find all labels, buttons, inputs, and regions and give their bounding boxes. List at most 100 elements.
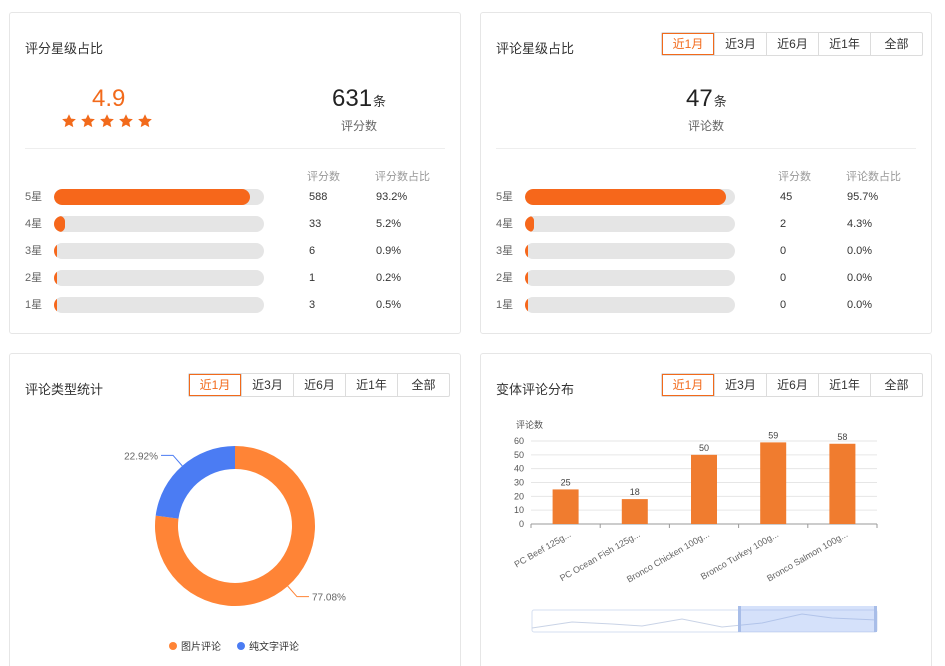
progress-track bbox=[54, 216, 264, 232]
rating-distribution-card: 评分星级占比 4.9 631条 评分数 评分数 评分数占比 5星 588 93.2%… bbox=[9, 12, 461, 334]
donut-label-line bbox=[287, 585, 309, 598]
legend-label: 纯文字评论 bbox=[249, 640, 299, 653]
y-tick-label: 40 bbox=[514, 464, 524, 474]
time-tab[interactable]: 近3月 bbox=[714, 33, 766, 55]
star-icon bbox=[100, 114, 114, 128]
star-row-percent: 0.0% bbox=[847, 272, 873, 284]
star-rating bbox=[61, 113, 153, 129]
progress-track bbox=[54, 270, 264, 286]
card-title: 评分星级占比 bbox=[25, 41, 104, 56]
star-row-percent: 95.7% bbox=[847, 191, 879, 203]
progress-fill bbox=[54, 243, 57, 259]
bar-value-label: 18 bbox=[630, 487, 640, 497]
star-row-label: 3星 bbox=[25, 245, 43, 257]
star-row: 4星 33 5.2% bbox=[25, 216, 445, 232]
star-row-count: 2 bbox=[780, 218, 787, 230]
bar bbox=[691, 454, 717, 524]
star-icon bbox=[119, 114, 133, 128]
total-rating-count: 631条 bbox=[332, 85, 387, 112]
star-row-count: 3 bbox=[309, 299, 316, 311]
star-icon bbox=[81, 114, 95, 128]
star-row-count: 0 bbox=[780, 272, 787, 284]
star-row-percent: 93.2% bbox=[376, 191, 408, 203]
bar bbox=[829, 443, 856, 524]
star-row-label: 1星 bbox=[496, 299, 514, 311]
star-row-count: 0 bbox=[780, 299, 787, 311]
donut-label-line bbox=[161, 454, 183, 467]
y-tick-label: 20 bbox=[514, 491, 524, 501]
star-row-label: 2星 bbox=[496, 272, 514, 284]
star-row: 5星 45 95.7% bbox=[496, 189, 916, 205]
progress-fill bbox=[54, 270, 57, 286]
progress-fill bbox=[525, 270, 528, 286]
star-row-label: 3星 bbox=[496, 245, 514, 257]
progress-track bbox=[54, 189, 264, 205]
time-tab[interactable]: 近1年 bbox=[818, 33, 870, 55]
star-row: 4星 2 4.3% bbox=[496, 216, 916, 232]
star-row-percent: 0.0% bbox=[847, 299, 873, 311]
star-row-label: 5星 bbox=[25, 191, 43, 203]
column-header-percent: 评论数占比 bbox=[846, 171, 901, 183]
time-tab[interactable]: 全部 bbox=[870, 33, 922, 55]
donut-value-label: 22.92% bbox=[124, 451, 158, 462]
star-row-percent: 4.3% bbox=[847, 218, 873, 230]
progress-track bbox=[525, 189, 735, 205]
progress-track bbox=[525, 297, 735, 313]
time-tab[interactable]: 近6月 bbox=[766, 33, 818, 55]
star-row: 2星 1 0.2% bbox=[25, 270, 445, 286]
time-range-tabs: 近1月 近3月 近6月 近1年 全部 bbox=[661, 32, 923, 56]
star-row-count: 6 bbox=[309, 245, 316, 257]
y-tick-label: 0 bbox=[519, 519, 524, 529]
star-row-count: 1 bbox=[309, 272, 316, 284]
star-row-percent: 0.0% bbox=[847, 245, 873, 257]
progress-track bbox=[525, 216, 735, 232]
zoom-handle-left[interactable] bbox=[738, 606, 741, 632]
progress-track bbox=[525, 270, 735, 286]
y-axis-title: 评论数 bbox=[516, 419, 543, 430]
zoom-handle-right[interactable] bbox=[874, 606, 877, 632]
star-row-label: 2星 bbox=[25, 272, 43, 284]
legend-marker bbox=[237, 642, 245, 650]
star-row-percent: 5.2% bbox=[376, 218, 402, 230]
bar-value-label: 58 bbox=[837, 432, 847, 442]
progress-fill bbox=[525, 243, 528, 259]
star-row-count: 33 bbox=[309, 218, 322, 230]
star-row-label: 4星 bbox=[496, 218, 514, 230]
y-tick-label: 60 bbox=[514, 436, 524, 446]
progress-track bbox=[525, 243, 735, 259]
bar bbox=[552, 489, 579, 524]
legend-label: 图片评论 bbox=[181, 640, 221, 653]
total-review-count: 47条 bbox=[686, 85, 727, 112]
review-type-donut-chart: 77.08% 22.92% 图片评论 纯文字评论 bbox=[124, 446, 346, 653]
bar-value-label: 25 bbox=[561, 477, 571, 487]
progress-fill bbox=[54, 189, 250, 205]
star-row-count: 588 bbox=[309, 191, 328, 203]
y-tick-label: 30 bbox=[514, 478, 524, 488]
total-rating-label: 评分数 bbox=[341, 119, 378, 133]
star-row: 3星 6 0.9% bbox=[25, 243, 445, 259]
total-review-label: 评论数 bbox=[688, 119, 725, 133]
star-row: 1星 0 0.0% bbox=[496, 297, 916, 313]
star-row-label: 1星 bbox=[25, 299, 43, 311]
legend-marker bbox=[169, 642, 177, 650]
variant-bar-chart: 评论数010203040506025PC Beef 125g...18PC Oc… bbox=[513, 419, 878, 633]
x-tick-label: PC Beef 125g... bbox=[513, 529, 573, 569]
column-header-count: 评分数 bbox=[307, 171, 340, 183]
y-tick-label: 50 bbox=[514, 450, 524, 460]
progress-fill bbox=[525, 189, 726, 205]
progress-fill bbox=[525, 297, 528, 313]
star-icon bbox=[62, 114, 76, 128]
bar-value-label: 50 bbox=[699, 443, 709, 453]
star-row-percent: 0.5% bbox=[376, 299, 402, 311]
progress-track bbox=[54, 243, 264, 259]
column-header-percent: 评分数占比 bbox=[375, 171, 430, 183]
star-icon bbox=[138, 114, 152, 128]
time-tab[interactable]: 近1月 bbox=[662, 33, 714, 55]
average-score: 4.9 bbox=[92, 85, 126, 112]
y-tick-label: 10 bbox=[514, 505, 524, 515]
donut-slice bbox=[155, 446, 235, 519]
bar-value-label: 59 bbox=[768, 430, 778, 440]
bar bbox=[760, 442, 787, 524]
donut-value-label: 77.08% bbox=[312, 593, 346, 604]
star-row-count: 45 bbox=[780, 191, 793, 203]
